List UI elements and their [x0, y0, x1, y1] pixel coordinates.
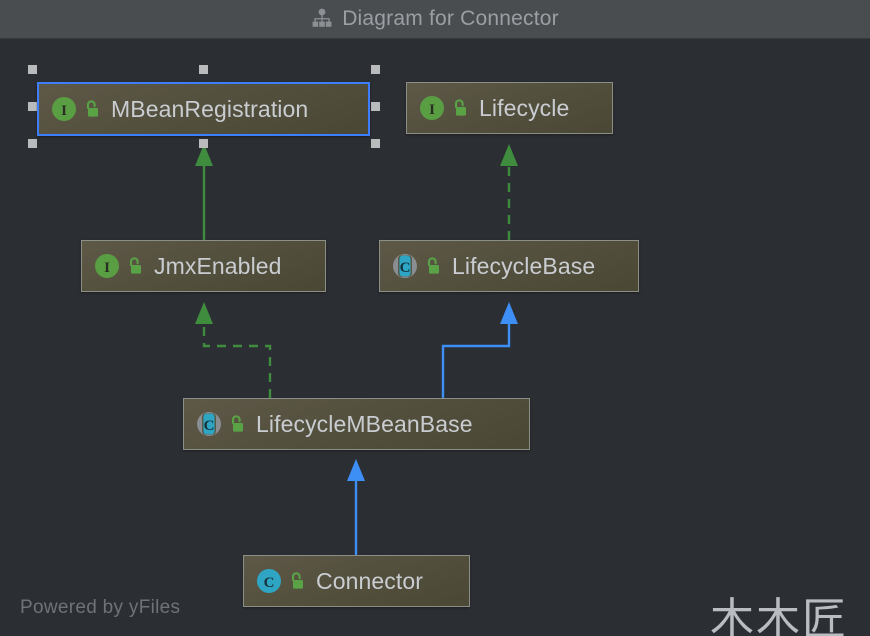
yfiles-watermark: Powered by yFiles: [20, 597, 181, 618]
node-icons-lifecyclembeanbase: C: [196, 411, 246, 437]
edge-lifecyclebase-to-lifecycle: [500, 144, 518, 240]
svg-text:C: C: [204, 418, 215, 434]
selection-handle-middle-right[interactable]: [371, 102, 380, 111]
node-connector[interactable]: C Connector: [243, 555, 470, 607]
abstract-class-icon: C: [196, 411, 222, 437]
unlock-icon: [425, 256, 442, 276]
selection-handle-bottom-left[interactable]: [28, 139, 37, 148]
diagram-window: Diagram for Connector I MBeanRegistratio…: [0, 0, 870, 636]
svg-text:C: C: [264, 575, 275, 591]
node-label: LifecycleBase: [452, 252, 596, 279]
node-label: LifecycleMBeanBase: [256, 410, 473, 437]
edge-lifecyclembeanbase-to-jmxenabled: [195, 302, 272, 398]
unlock-icon: [127, 256, 144, 276]
node-label: MBeanRegistration: [111, 95, 309, 122]
selection-handle-middle-left[interactable]: [28, 102, 37, 111]
node-label: JmxEnabled: [154, 252, 282, 279]
window-title: Diagram for Connector: [342, 7, 559, 30]
svg-text:I: I: [429, 102, 435, 118]
selection-handle-top-left[interactable]: [28, 65, 37, 74]
unlock-icon: [452, 98, 469, 118]
node-icons-connector: C: [256, 568, 306, 594]
selection-handle-top-center[interactable]: [199, 65, 208, 74]
unlock-icon: [84, 99, 101, 119]
interface-icon: I: [419, 95, 445, 121]
node-lifecyclembeanbase[interactable]: C LifecycleMBeanBase: [183, 398, 530, 450]
diagram-hierarchy-icon: [311, 8, 333, 30]
cjk-watermark: 木木匠: [710, 594, 848, 636]
node-jmxenabled[interactable]: I JmxEnabled: [81, 240, 326, 292]
abstract-class-icon: C: [392, 253, 418, 279]
titlebar-content: Diagram for Connector: [311, 7, 559, 31]
edge-jmxenabled-to-mbeanregistration: [195, 144, 213, 240]
selection-handle-bottom-right[interactable]: [371, 139, 380, 148]
svg-text:I: I: [104, 260, 110, 276]
unlock-icon: [229, 414, 246, 434]
node-label: Lifecycle: [479, 94, 570, 121]
selection-handle-bottom-center[interactable]: [199, 139, 208, 148]
svg-text:C: C: [400, 260, 411, 276]
unlock-icon: [289, 571, 306, 591]
interface-icon: I: [51, 96, 77, 122]
node-icons-jmxenabled: I: [94, 253, 144, 279]
svg-text:I: I: [61, 103, 67, 119]
node-mbeanregistration[interactable]: I MBeanRegistration: [37, 82, 370, 136]
edge-connector-to-lifecyclembeanbase: [347, 459, 365, 555]
selection-handle-top-right[interactable]: [371, 65, 380, 74]
node-label: Connector: [316, 567, 424, 594]
node-lifecyclebase[interactable]: C LifecycleBase: [379, 240, 639, 292]
node-icons-lifecycle: I: [419, 95, 469, 121]
class-icon: C: [256, 568, 282, 594]
node-icons-lifecyclebase: C: [392, 253, 442, 279]
edge-lifecyclembeanbase-to-lifecyclebase: [441, 302, 518, 398]
node-lifecycle[interactable]: I Lifecycle: [406, 82, 613, 134]
diagram-canvas[interactable]: I MBeanRegistration I Lifecycle I JmxEna…: [0, 39, 870, 636]
node-icons-mbeanregistration: I: [51, 96, 101, 122]
window-titlebar: Diagram for Connector: [0, 0, 870, 39]
interface-icon: I: [94, 253, 120, 279]
